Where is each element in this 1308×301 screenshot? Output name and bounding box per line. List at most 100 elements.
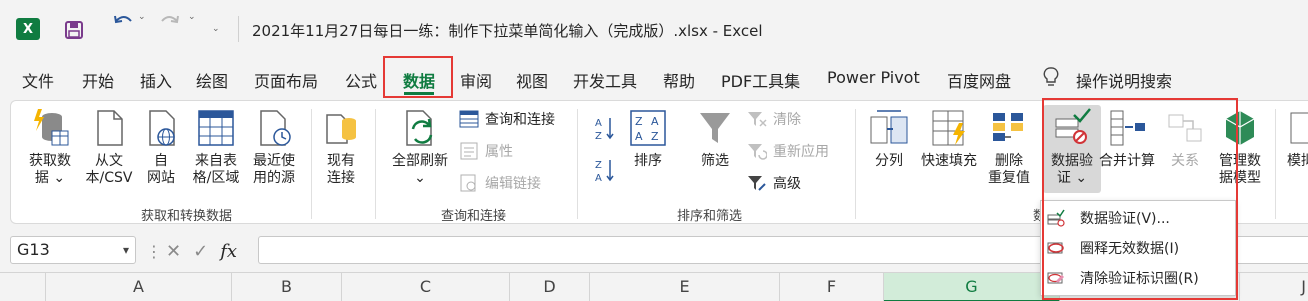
tab-insert[interactable]: 插入 [140,68,172,92]
flash-fill-label: 快速填充 [921,153,977,169]
flash-fill-button[interactable]: 快速填充 [915,107,983,170]
sort-a-to-z-button[interactable]: AZ [595,115,615,141]
column-header-f[interactable]: F [780,273,884,301]
svg-text:A: A [635,130,643,143]
clear-filter-button[interactable]: 清除 [747,109,801,129]
table-icon [198,110,234,146]
advanced-label: 高级 [773,176,801,192]
group-divider [855,109,856,219]
tab-file[interactable]: 文件 [22,68,54,92]
menu-label-circle-invalid: 圈释无效数据(I) [1080,241,1180,257]
vertical-dots-icon[interactable]: ⋮ [146,242,162,261]
redo-icon[interactable] [158,12,182,32]
existing-connections-label-2: 连接 [327,170,355,186]
from-table-range-button[interactable]: 来自表 格/区域 [189,107,243,187]
clear-label: 清除 [773,112,801,128]
sort-descending-icon: ZA [595,160,614,183]
tab-review[interactable]: 审阅 [460,68,492,92]
existing-connections-label-1: 现有 [327,153,355,169]
consolidate-icon [1110,110,1145,146]
svg-text:A: A [651,115,659,128]
properties-button[interactable]: 属性 [459,141,513,161]
menu-item-data-validation[interactable]: 数据验证(V)... [1041,203,1237,233]
menu-item-clear-validation-circles[interactable]: 清除验证标识圈(R) [1041,263,1237,293]
clear-circles-icon [1047,272,1064,284]
edit-links-button[interactable]: 编辑链接 [459,173,541,193]
tab-power-pivot[interactable]: Power Pivot [827,68,920,87]
flash-fill-icon [932,110,965,146]
relationships-button[interactable]: 关系 [1163,107,1207,170]
tab-pdf-tools[interactable]: PDF工具集 [721,68,800,92]
consolidate-button[interactable]: 合并计算 [1093,107,1161,170]
get-data-button[interactable]: 获取数 据 ⌄ [23,107,77,187]
enter-icon[interactable]: ✓ [193,241,208,262]
group-label-sort-filter: 排序和筛选 [677,209,743,224]
column-header-j[interactable]: J [1240,273,1308,301]
remove-duplicates-button[interactable]: 删除 重复值 [987,107,1031,187]
name-box[interactable]: G13 ▾ [10,236,136,264]
tab-baidu-netdisk[interactable]: 百度网盘 [947,68,1011,92]
sort-button[interactable]: ZAAZ 排序 [627,107,669,170]
manage-data-model-button[interactable]: 管理数 据模型 [1213,107,1267,187]
tab-formulas[interactable]: 公式 [345,68,377,92]
excel-logo-icon: X [16,18,40,40]
group-label-get-transform: 获取和转换数据 [141,209,233,224]
group-divider [375,109,376,219]
svg-text:A: A [595,173,602,183]
advanced-filter-button[interactable]: 高级 [747,173,801,193]
recent-sources-button[interactable]: 最近使 用的源 [247,107,301,187]
logo-letter: X [22,21,34,37]
tab-developer[interactable]: 开发工具 [573,68,637,92]
sort-icon: Z AA Z [630,110,666,146]
filter-button[interactable]: 筛选 [693,107,737,170]
save-icon[interactable] [64,20,84,40]
manage-data-model-label-2: 据模型 [1219,170,1261,186]
tell-me-search[interactable]: 操作说明搜索 [1076,68,1172,92]
column-header-d[interactable]: D [510,273,590,301]
what-if-label: 模拟 [1287,153,1308,169]
connections-icon [326,114,356,144]
customize-qat-button[interactable]: ⌄ [212,24,220,34]
column-header-g[interactable]: G [884,273,1060,301]
data-validation-icon [1055,108,1091,144]
data-tab-highlight [383,56,453,98]
data-validation-label-2: 证 ⌄ [1056,170,1088,186]
text-to-columns-icon [870,110,908,144]
cancel-icon[interactable]: ✕ [166,241,181,262]
from-web-button[interactable]: 自 网站 [139,107,183,187]
column-header-a[interactable]: A [46,273,232,301]
column-header-b[interactable]: B [232,273,342,301]
redo-dropdown[interactable]: ⌄ [188,12,196,22]
menu-item-circle-invalid-data[interactable]: 圈释无效数据(I) [1041,233,1237,263]
undo-dropdown[interactable]: ⌄ [138,12,146,22]
group-divider [311,109,312,219]
column-header-e[interactable]: E [590,273,780,301]
tab-draw[interactable]: 绘图 [196,68,228,92]
tab-view[interactable]: 视图 [516,68,548,92]
queries-connections-button[interactable]: 查询和连接 [459,109,555,129]
undo-icon[interactable] [110,12,136,32]
refresh-all-dropdown[interactable]: ⌄ [385,170,455,187]
select-all-corner[interactable] [0,273,46,301]
reapply-label: 重新应用 [773,144,829,160]
insert-function-icon[interactable]: fx [220,241,237,262]
existing-connections-button[interactable]: 现有 连接 [317,107,365,187]
tab-home[interactable]: 开始 [82,68,114,92]
text-to-columns-button[interactable]: 分列 [867,107,911,170]
chevron-down-icon[interactable]: ▾ [123,237,129,263]
reapply-button[interactable]: 重新应用 [747,141,829,161]
refresh-all-button[interactable]: 全部刷新 ⌄ [385,107,455,187]
queries-pane-icon [459,110,479,128]
what-if-analysis-button[interactable]: 模拟 [1287,107,1308,170]
web-file-icon [149,110,175,146]
from-web-label-1: 自 [154,153,168,169]
from-text-csv-button[interactable]: 从文 本/CSV [83,107,135,187]
from-table-label-1: 来自表 [195,153,237,169]
title-bar: X ⌄ ⌄ ⌄ 2021年11月27日每日一练：制作下拉菜单简化输入（完成版）.… [0,0,1308,58]
column-header-c[interactable]: C [342,273,510,301]
tab-page-layout[interactable]: 页面布局 [254,68,318,92]
relationships-icon [1168,114,1202,142]
tab-help[interactable]: 帮助 [663,68,695,92]
sort-z-to-a-button[interactable]: ZA [595,157,615,183]
svg-text:Z: Z [595,131,602,141]
